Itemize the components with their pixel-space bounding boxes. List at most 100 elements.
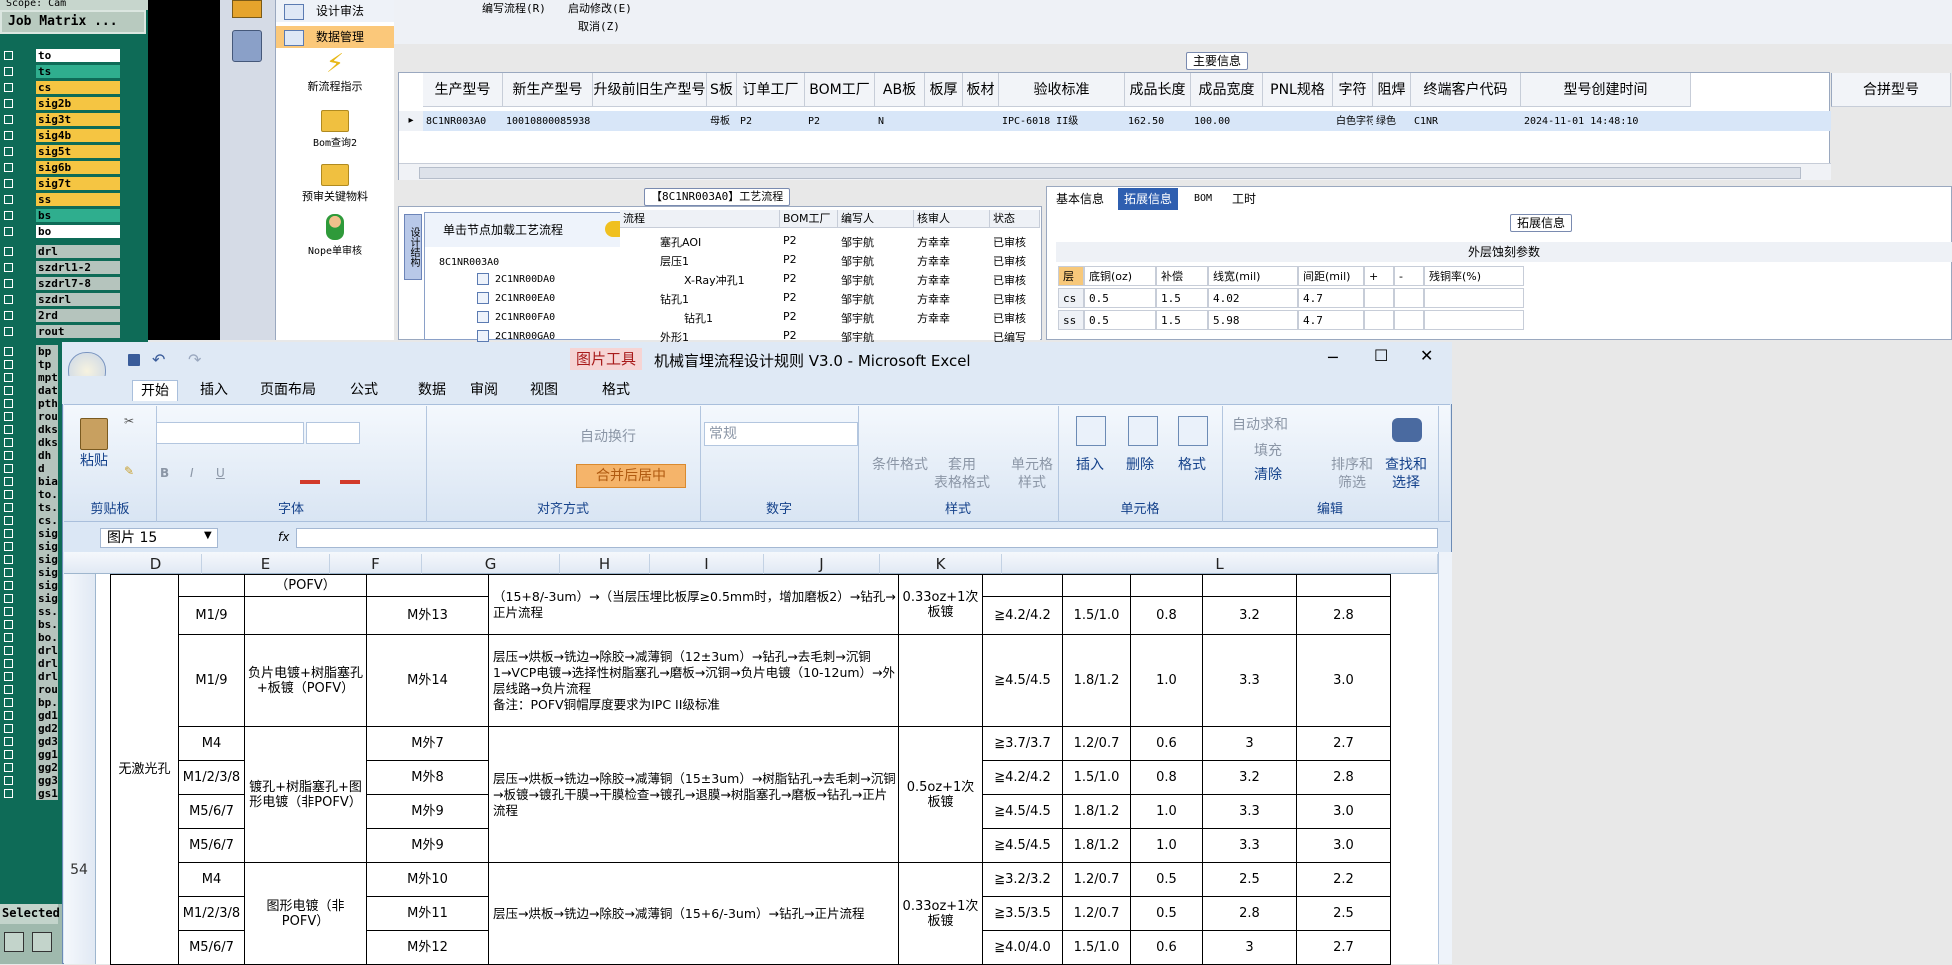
layer-checkbox[interactable] <box>4 227 13 236</box>
layer-checkbox[interactable] <box>4 83 13 92</box>
formula-bar[interactable] <box>296 528 1438 548</box>
layer-checkbox[interactable] <box>4 503 13 512</box>
layer-row[interactable]: sig3t <box>0 112 148 127</box>
layer-checkbox[interactable] <box>4 263 13 272</box>
process-cell[interactable]: 层压→烘板→铣边→除胶→减薄铜（12±3um）→钻孔→去毛刺→沉铜1→VCP电镀… <box>488 634 899 727</box>
column-header[interactable]: 阻焊 <box>1373 73 1411 107</box>
layer-row[interactable]: bs <box>0 208 148 223</box>
layer-checkbox[interactable] <box>4 51 13 60</box>
l-cell[interactable]: ≧4.5/4.5 <box>982 828 1063 863</box>
fx-label[interactable]: fx <box>278 530 289 544</box>
layer-row[interactable]: sig6b <box>0 160 148 175</box>
d-cell[interactable]: M1/2/3/8 <box>178 760 245 795</box>
layer-checkbox[interactable] <box>4 529 13 538</box>
merge-center-button[interactable]: 合并后居中 <box>576 464 686 488</box>
ribbon-tab-6[interactable]: 视图 <box>522 380 566 400</box>
l-cell[interactable]: 0.8 <box>1130 760 1203 795</box>
l-cell[interactable]: 3.2 <box>1202 596 1297 635</box>
redo-icon[interactable]: ↷ <box>188 350 201 369</box>
column-header[interactable]: 新生产型号 <box>503 73 593 107</box>
layer-checkbox[interactable] <box>4 131 13 140</box>
l-cell[interactable]: 1.0 <box>1130 828 1203 863</box>
layer-checkbox[interactable] <box>4 477 13 486</box>
layer-row[interactable]: rout <box>0 324 148 339</box>
g-cell[interactable]: M外10 <box>366 862 489 897</box>
cut-icon[interactable]: ✂ <box>124 414 134 428</box>
insert-icon[interactable] <box>1076 416 1106 446</box>
l-cell[interactable]: 1.2/0.7 <box>1062 862 1131 897</box>
etch-header[interactable]: 间距(mil) <box>1298 266 1364 286</box>
group-label-cell[interactable]: 无激光孔 <box>110 574 179 965</box>
layer-row[interactable]: sig5t <box>0 144 148 159</box>
nav-item-data-management[interactable]: 数据管理 <box>276 26 394 48</box>
d-cell[interactable]: M4 <box>178 726 245 761</box>
col-header-L[interactable]: L <box>1002 554 1438 574</box>
l-cell[interactable]: 1.2/0.7 <box>1062 896 1131 931</box>
l-cell[interactable]: 0.5 <box>1130 862 1203 897</box>
layer-checkbox[interactable] <box>4 724 13 733</box>
g-cell[interactable]: M外14 <box>366 634 489 727</box>
layer-checkbox[interactable] <box>4 750 13 759</box>
l-cell[interactable]: 1.0 <box>1130 634 1203 727</box>
paste-icon[interactable] <box>80 418 108 450</box>
l-cell[interactable]: ≧4.5/4.5 <box>982 794 1063 829</box>
l-cell[interactable]: 1.8/1.2 <box>1062 828 1131 863</box>
column-header[interactable]: 板厚 <box>925 73 963 107</box>
k-cell[interactable]: 0.5oz+1次板镀 <box>898 726 983 863</box>
l-cell[interactable]: 2.5 <box>1296 896 1391 931</box>
g-cell[interactable]: M外7 <box>366 726 489 761</box>
hscrollbar[interactable] <box>399 163 1831 180</box>
etch-header[interactable]: + <box>1364 266 1394 286</box>
layer-checkbox[interactable] <box>4 195 13 204</box>
d-cell[interactable]: M5/6/7 <box>178 794 245 829</box>
process-header[interactable]: BOM工厂 <box>780 210 838 228</box>
l-cell[interactable]: 0.8 <box>1130 596 1203 635</box>
layer-checkbox[interactable] <box>4 425 13 434</box>
close-icon[interactable]: ✕ <box>1420 346 1433 365</box>
column-header[interactable]: 验收标准 <box>999 73 1125 107</box>
column-header[interactable]: 升级前旧生产型号 <box>593 73 707 107</box>
layer-checkbox[interactable] <box>4 737 13 746</box>
tab-3[interactable]: 工时 <box>1226 188 1262 210</box>
fill-button[interactable]: 填充 <box>1254 440 1282 460</box>
clear-button[interactable]: 清除 <box>1254 464 1282 484</box>
l-cell[interactable]: 2.8 <box>1296 596 1391 635</box>
l-cell[interactable]: 2.8 <box>1202 896 1297 931</box>
l-cell[interactable]: 2.7 <box>1296 930 1391 965</box>
l-cell[interactable] <box>982 574 1063 597</box>
k-cell[interactable] <box>898 634 983 727</box>
d-cell[interactable] <box>178 574 245 597</box>
number-format-select[interactable]: 常规 <box>704 422 858 446</box>
fill-color-icon[interactable] <box>300 480 320 484</box>
tree-node[interactable]: 2C1NR00FA0 <box>477 311 555 323</box>
l-cell[interactable] <box>1062 574 1131 597</box>
nav-item-design[interactable]: 设计审法 <box>276 0 394 22</box>
tab-1[interactable]: 拓展信息 <box>1118 188 1179 210</box>
row-number[interactable]: 54 <box>64 862 94 878</box>
l-cell[interactable] <box>1130 574 1203 597</box>
e-cell[interactable] <box>244 596 367 635</box>
e-cell[interactable]: 图形电镀（非POFV） <box>244 862 367 965</box>
column-header[interactable]: 型号创建时间 <box>1521 73 1691 107</box>
layer-checkbox[interactable] <box>4 451 13 460</box>
ribbon-tab-3[interactable]: 公式 <box>342 380 386 400</box>
layer-checkbox[interactable] <box>4 412 13 421</box>
new-process-button[interactable]: ⚡ 新流程指示 <box>276 51 394 94</box>
k-cell[interactable]: 0.33oz+1次板镀 <box>898 574 983 635</box>
vertical-scrollbar[interactable] <box>1438 552 1452 964</box>
g-cell[interactable]: M外9 <box>366 828 489 863</box>
cancel-button[interactable]: 取消(Z) <box>578 18 620 34</box>
italic-icon[interactable]: I <box>190 466 194 480</box>
col-header-K[interactable]: K <box>880 554 1002 574</box>
g-cell[interactable]: M外9 <box>366 794 489 829</box>
layer-checkbox[interactable] <box>4 542 13 551</box>
g-cell[interactable]: M外12 <box>366 930 489 965</box>
prereview-material-button[interactable]: 预审关键物料 <box>276 164 394 204</box>
draw-tool-icon[interactable] <box>32 932 52 952</box>
l-cell[interactable]: 1.8/1.2 <box>1062 794 1131 829</box>
column-header[interactable]: 板材 <box>963 73 999 107</box>
column-header[interactable]: 成品宽度 <box>1191 73 1263 107</box>
e-cell[interactable]: （POFV） <box>244 574 367 597</box>
l-cell[interactable]: ≧4.2/4.2 <box>982 596 1063 635</box>
g-cell[interactable] <box>366 574 489 597</box>
